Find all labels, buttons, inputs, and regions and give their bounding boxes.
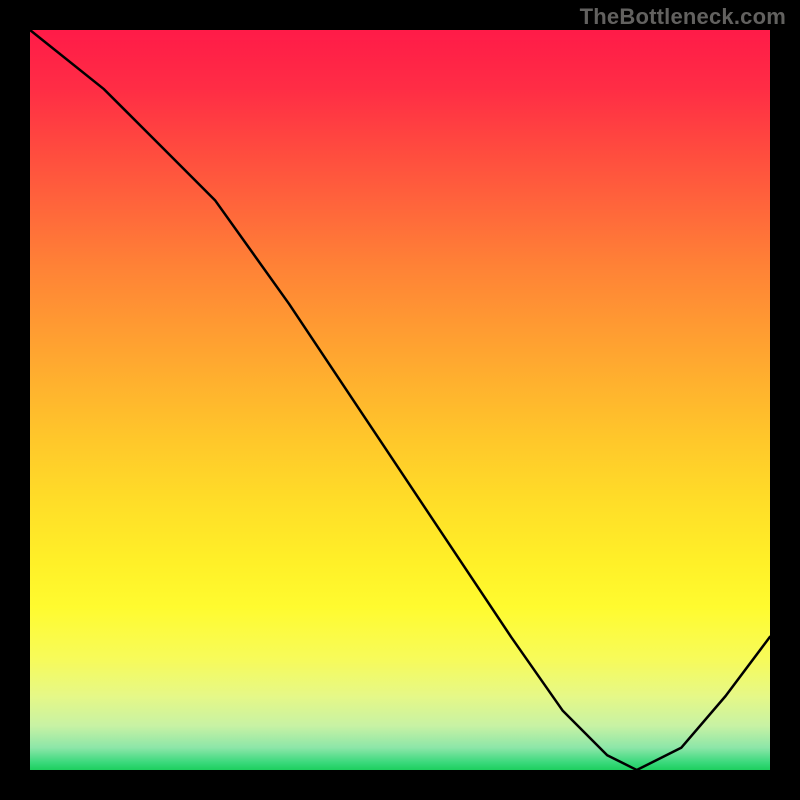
attribution-text: TheBottleneck.com — [580, 4, 786, 30]
line-curve — [30, 30, 770, 770]
chart-frame: TheBottleneck.com — [0, 0, 800, 800]
plot-area — [30, 30, 770, 770]
